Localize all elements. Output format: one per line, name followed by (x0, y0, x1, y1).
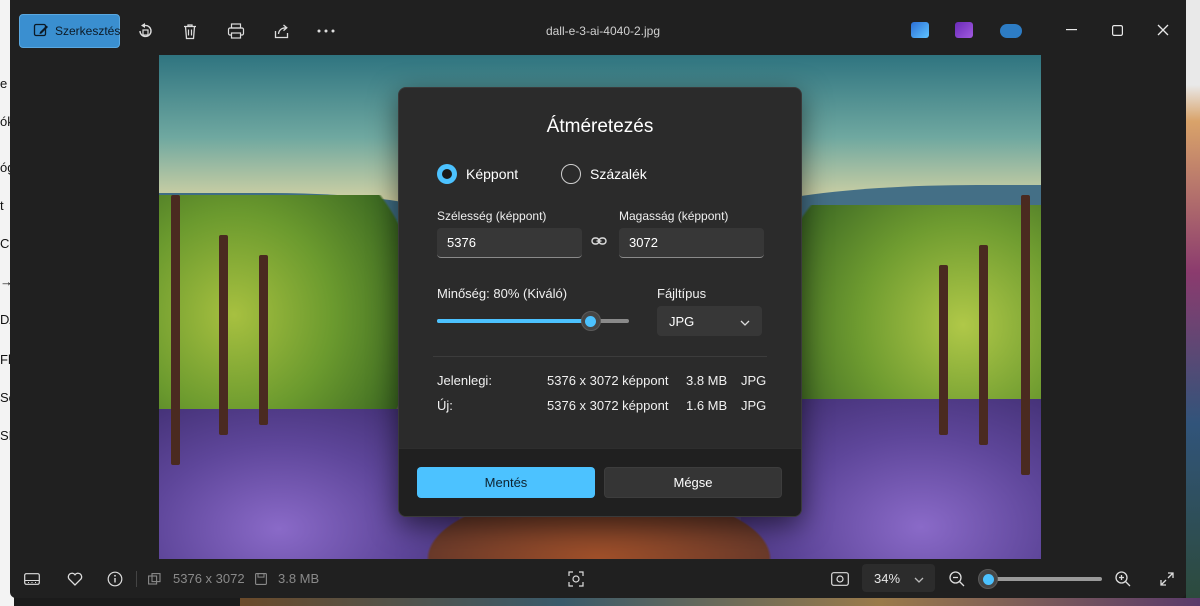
desktop-background-right (1186, 0, 1200, 606)
vine-post (939, 265, 948, 435)
minimize-icon[interactable] (1059, 18, 1083, 42)
quality-slider-fill (437, 319, 591, 323)
radio-percent[interactable]: Százalék (561, 164, 647, 184)
chevron-down-icon (740, 314, 750, 329)
cancel-button[interactable]: Mégse (604, 467, 782, 498)
chevron-down-icon (914, 571, 924, 586)
zoom-level-select[interactable]: 34% (862, 564, 935, 592)
editor-app-icon[interactable] (911, 22, 929, 38)
new-size: 1.6 MB (686, 398, 728, 413)
radio-pixels-label: Képpont (466, 166, 519, 182)
vine-post (219, 235, 228, 435)
fullscreen-icon[interactable] (1157, 569, 1177, 589)
quality-label: Minőség: 80% (Kiváló) (437, 286, 568, 301)
radio-unselected-icon (561, 164, 581, 184)
filetype-label: Fájltípus (657, 286, 707, 301)
new-type: JPG (741, 398, 767, 413)
vine-post (171, 195, 180, 465)
resize-dialog: Átméretezés Képpont Százalék Szélesség (… (398, 87, 802, 517)
filmstrip-icon[interactable] (22, 569, 42, 589)
zoom-slider-thumb[interactable] (978, 569, 998, 589)
info-icon[interactable] (105, 569, 125, 589)
image-dimensions: 5376 x 3072 (173, 571, 245, 586)
height-label: Magasság (képpont) (619, 209, 729, 223)
zoom-level-value: 34% (874, 570, 901, 586)
current-info-row: Jelenlegi: 5376 x 3072 képpont 3.8 MB JP… (437, 373, 767, 391)
maximize-icon[interactable] (1105, 18, 1129, 42)
toolbar: Szerkesztés dall-e-3-ai-4040-2.jpg (10, 0, 1186, 56)
status-bar: 5376 x 3072 3.8 MB 34% (10, 560, 1186, 598)
onedrive-icon[interactable] (1000, 24, 1022, 38)
radio-percent-label: Százalék (590, 166, 647, 182)
link-aspect-ratio-icon[interactable] (591, 234, 607, 252)
zoom-out-icon[interactable] (947, 569, 967, 589)
dialog-footer: Mentés Mégse (399, 448, 801, 516)
height-input[interactable]: 3072 (619, 228, 764, 258)
vine-post (1021, 195, 1030, 475)
fit-to-window-icon[interactable] (566, 569, 586, 589)
divider (136, 571, 137, 587)
photos-app-window: Szerkesztés dall-e-3-ai-4040-2.jpg Átmér… (10, 0, 1186, 598)
zoom-slider[interactable] (978, 569, 1102, 589)
current-dimensions: 5376 x 3072 képpont (547, 373, 669, 388)
zoom-in-icon[interactable] (1113, 569, 1133, 589)
filetype-select[interactable]: JPG (657, 306, 762, 336)
current-type: JPG (741, 373, 767, 388)
quality-slider[interactable] (437, 311, 629, 331)
radio-pixels[interactable]: Képpont (437, 164, 518, 184)
desktop-background-bottom (240, 598, 1200, 606)
actual-size-icon[interactable] (830, 569, 850, 589)
vine-post (979, 245, 988, 445)
desktop-fragment: t (0, 198, 4, 213)
new-info-row: Új: 5376 x 3072 képpont 1.6 MB JPG (437, 398, 767, 416)
quality-slider-thumb[interactable] (580, 311, 601, 331)
current-size: 3.8 MB (686, 373, 728, 388)
save-disk-icon (253, 569, 269, 589)
dialog-title: Átméretezés (546, 116, 654, 137)
dimensions-icon (146, 569, 162, 589)
file-size: 3.8 MB (278, 571, 320, 586)
width-label: Szélesség (képpont) (437, 209, 547, 223)
radio-selected-icon (437, 164, 457, 184)
width-input[interactable]: 5376 (437, 228, 582, 258)
new-dimensions: 5376 x 3072 képpont (547, 398, 669, 413)
vine-post (259, 255, 268, 425)
current-label: Jelenlegi: (437, 373, 492, 388)
new-label: Új: (437, 398, 453, 413)
close-icon[interactable] (1151, 18, 1175, 42)
filetype-value: JPG (669, 313, 695, 329)
clipchamp-app-icon[interactable] (955, 22, 973, 38)
favorite-heart-icon[interactable] (65, 569, 85, 589)
divider (433, 356, 767, 357)
save-button[interactable]: Mentés (417, 467, 595, 498)
